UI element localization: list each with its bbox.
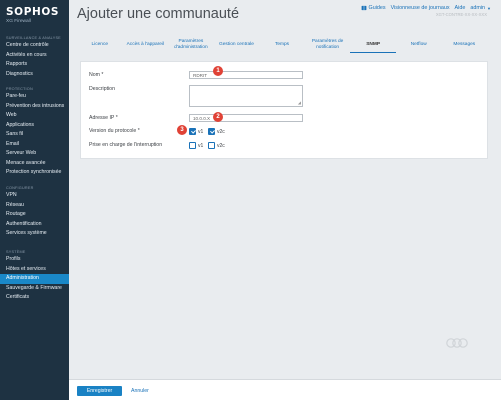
page-title: Ajouter une communauté — [77, 6, 240, 22]
cancel-button[interactable]: Annuler — [131, 386, 149, 396]
tab-license[interactable]: Licence — [77, 37, 123, 53]
watermark-logo — [446, 338, 468, 348]
protocol-version-label: Version du protocole * — [89, 128, 140, 134]
tab-notification-settings[interactable]: Paramètres de notification — [305, 37, 351, 53]
sidebar-item-authentication[interactable]: Authentification — [0, 220, 69, 230]
form-panel: Nom * Description ◢ Adresse IP * Version… — [80, 61, 488, 159]
ip-address-input[interactable] — [189, 114, 303, 122]
sophos-logo: SOPHOS XG Firewall — [6, 6, 66, 32]
tab-device-access[interactable]: Accès à l'appareil — [123, 37, 169, 53]
sidebar-item-hosts-services[interactable]: Hôtes et services — [0, 265, 69, 275]
sidebar-item-profiles[interactable]: Profils — [0, 255, 69, 265]
section-heading-monitor: SURVEILLANCE & ANALYSE — [6, 36, 61, 40]
trap-v2c-checkbox[interactable] — [208, 142, 215, 149]
sidebar-item-system-services[interactable]: Services système — [0, 229, 69, 239]
sidebar-item-reports[interactable]: Rapports — [0, 60, 69, 70]
sidebar-item-email[interactable]: Email — [0, 140, 69, 150]
sidebar-item-advanced-threat[interactable]: Menace avancée — [0, 159, 69, 169]
sidebar-item-diagnostics[interactable]: Diagnostics — [0, 70, 69, 80]
sidebar-item-network[interactable]: Réseau — [0, 201, 69, 211]
sidebar-item-current-activities[interactable]: Activités en cours — [0, 51, 69, 61]
sidebar-item-routing[interactable]: Routage — [0, 210, 69, 220]
section-heading-system: SYSTÈME — [6, 250, 26, 254]
description-textarea[interactable]: ◢ — [189, 85, 303, 107]
book-icon — [361, 5, 366, 11]
step-badge-1: 1 — [213, 66, 223, 76]
tab-snmp[interactable]: SNMP — [350, 37, 396, 53]
sidebar-item-firewall[interactable]: Pare-feu — [0, 92, 69, 102]
footer-bar: Enregistrer Annuler — [69, 379, 501, 400]
trap-support-label: Prise en charge de l'interruption — [89, 142, 163, 148]
sidebar-item-wireless[interactable]: Sans fil — [0, 130, 69, 140]
log-viewer-link[interactable]: Visionneuse de journaux — [391, 5, 450, 11]
sidebar-item-certificates[interactable]: Certificats — [0, 293, 69, 303]
sidebar-item-administration[interactable]: Administration — [0, 274, 69, 284]
help-link[interactable]: Aide — [455, 5, 466, 11]
sidebar-item-web-server[interactable]: Serveur Web — [0, 149, 69, 159]
section-heading-protect: PROTECTION — [6, 87, 33, 91]
sidebar-item-control-center[interactable]: Centre de contrôle — [0, 41, 69, 51]
tab-messages[interactable]: Messages — [442, 37, 488, 53]
sidebar-item-backup-firmware[interactable]: Sauvegarde & Firmware — [0, 284, 69, 294]
sidebar: SOPHOS XG Firewall SURVEILLANCE & ANALYS… — [0, 0, 69, 400]
tab-netflow[interactable]: Netflow — [396, 37, 442, 53]
step-badge-3: 3 — [177, 125, 187, 135]
trap-v2c-label: v2c — [217, 143, 225, 149]
protocol-v2c-label: v2c — [217, 129, 225, 135]
name-label: Nom * — [89, 72, 104, 78]
tab-central-management[interactable]: Gestion centrale — [214, 37, 260, 53]
description-label: Description — [89, 86, 115, 92]
step-badge-2: 2 — [213, 112, 223, 122]
tab-bar: Licence Accès à l'appareil Paramètres d'… — [77, 37, 487, 53]
brand-name: SOPHOS — [6, 6, 60, 18]
header-links: Guides Visionneuse de journaux Aide admi… — [361, 5, 491, 11]
trap-v1-checkbox[interactable] — [189, 142, 196, 149]
ip-label: Adresse IP * — [89, 115, 118, 121]
chevron-down-icon: ▼ — [487, 5, 491, 11]
sidebar-item-intrusion-prevention[interactable]: Prévention des intrusions — [0, 102, 69, 112]
username: admin — [470, 5, 486, 11]
guides-label: Guides — [368, 5, 386, 11]
sidebar-item-vpn[interactable]: VPN — [0, 191, 69, 201]
product-name: XG Firewall — [6, 19, 31, 24]
sidebar-item-synchronized-security[interactable]: Protection synchronisée — [0, 168, 69, 178]
name-input[interactable] — [189, 71, 303, 79]
device-info: XGT-CONTRE-XX-XX-XXX — [435, 12, 487, 17]
guides-link[interactable]: Guides — [361, 5, 386, 11]
save-button[interactable]: Enregistrer — [77, 386, 122, 396]
protocol-v1-checkbox[interactable] — [189, 128, 196, 135]
sidebar-item-web[interactable]: Web — [0, 111, 69, 121]
sidebar-item-applications[interactable]: Applications — [0, 121, 69, 131]
trap-v1-label: v1 — [198, 143, 204, 149]
user-menu[interactable]: admin ▼ — [470, 5, 491, 11]
protocol-v1-label: v1 — [198, 129, 204, 135]
tab-admin-settings[interactable]: Paramètres d'administration — [168, 37, 214, 53]
protocol-v2c-checkbox[interactable] — [208, 128, 215, 135]
section-heading-configure: CONFIGURER — [6, 186, 34, 190]
tab-time[interactable]: Temps — [259, 37, 305, 53]
resize-handle-icon: ◢ — [297, 100, 301, 105]
